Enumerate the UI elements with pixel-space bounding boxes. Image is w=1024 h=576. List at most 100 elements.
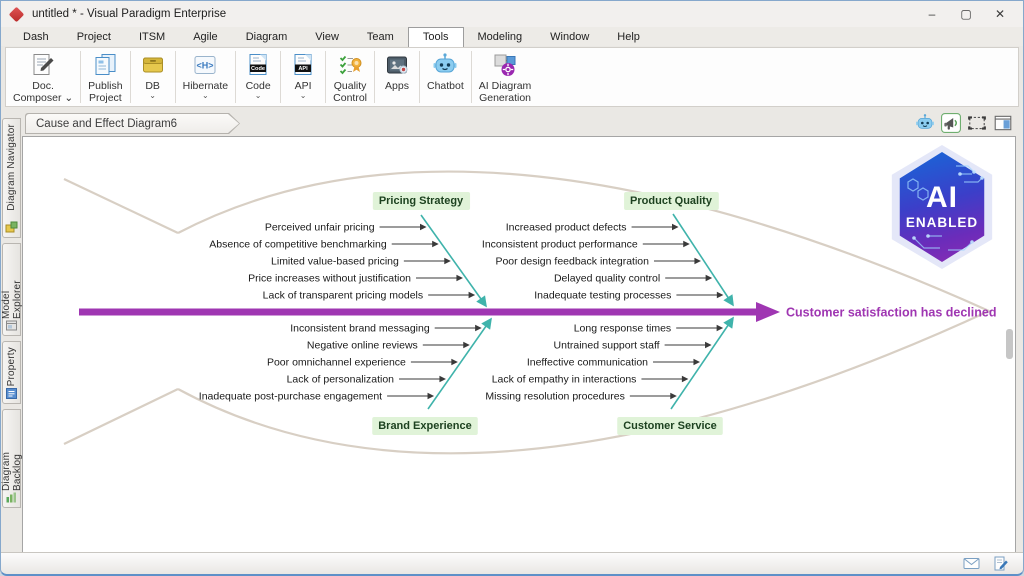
code-icon: Code — [245, 52, 271, 78]
menu-itsm[interactable]: ITSM — [125, 28, 179, 46]
sidebar-tab-label: Diagram Backlog — [1, 415, 23, 491]
category-label-text[interactable]: Brand Experience — [378, 420, 472, 432]
model-explorer-icon — [5, 319, 18, 332]
property-icon — [5, 387, 18, 400]
cause-label[interactable]: Missing resolution procedures — [485, 391, 624, 403]
cause-label[interactable]: Untrained support staff — [554, 340, 660, 352]
panel-layout-icon[interactable] — [993, 113, 1013, 133]
toolbar-button-label: AI Diagram — [479, 80, 532, 92]
cause-label[interactable]: Poor omnichannel experience — [267, 357, 406, 369]
effect-label[interactable]: Customer satisfaction has declined — [786, 306, 996, 320]
menu-agile[interactable]: Agile — [179, 28, 231, 46]
sidebar-tab-model-explorer[interactable]: Model Explorer — [2, 243, 21, 336]
toolbar-button-publish-project[interactable]: PublishProject — [81, 48, 129, 106]
left-sidebar: Diagram Navigator Model Explorer Property D… — [1, 110, 22, 552]
close-button[interactable]: ✕ — [983, 1, 1017, 27]
menu-view[interactable]: View — [301, 28, 353, 46]
sidebar-tab-label: Model Explorer — [1, 249, 23, 319]
cause-label[interactable]: Price increases without justification — [248, 273, 411, 285]
bone-top-right[interactable] — [673, 214, 733, 305]
toolbar-button-label: Control — [333, 92, 367, 104]
category-label-text[interactable]: Product Quality — [630, 195, 713, 207]
category-label-text[interactable]: Customer Service — [623, 420, 717, 432]
api-icon: API — [290, 52, 316, 78]
toolbar-button-api[interactable]: APIAPI⌄ — [281, 48, 325, 106]
dropdown-chevron-icon: ⌄ — [255, 92, 262, 100]
publish-project-icon — [92, 52, 118, 78]
cause-label[interactable]: Negative online reviews — [307, 340, 418, 352]
canvas-vertical-scrollbar[interactable] — [1006, 329, 1013, 359]
toolbar-button-quality-control[interactable]: QualityControl — [326, 48, 374, 106]
toolbar-button-chatbot[interactable]: Chatbot — [420, 48, 471, 106]
svg-text:API: API — [298, 66, 308, 72]
cause-label[interactable]: Long response times — [574, 323, 671, 335]
edit-document-icon[interactable] — [992, 556, 1009, 571]
cause-label[interactable]: Lack of transparent pricing models — [263, 290, 424, 302]
menu-bar: DashProjectITSMAgileDiagramViewTeamTools… — [1, 27, 1023, 46]
visual-paradigm-logo-icon — [9, 6, 25, 22]
cause-label[interactable]: Perceived unfair pricing — [265, 222, 375, 234]
menu-dash[interactable]: Dash — [9, 28, 63, 46]
diagram-navigator-icon — [5, 221, 18, 234]
diagram-canvas[interactable]: Perceived unfair pricing Absence of compe… — [22, 136, 1016, 553]
sidebar-tab-diagram-navigator[interactable]: Diagram Navigator — [2, 118, 21, 238]
menu-modeling[interactable]: Modeling — [464, 28, 537, 46]
menu-tools[interactable]: Tools — [408, 27, 464, 47]
cause-label[interactable]: Absence of competitive benchmarking — [209, 239, 387, 251]
ai-enabled-badge: AI ENABLED — [885, 145, 999, 269]
cause-label[interactable]: Lack of empathy in interactions — [492, 374, 637, 386]
svg-text:Code: Code — [251, 66, 265, 72]
bone-bottom-left[interactable] — [428, 319, 491, 409]
cause-label[interactable]: Limited value-based pricing — [271, 256, 399, 268]
menu-help[interactable]: Help — [603, 28, 654, 46]
spine-arrowhead — [756, 302, 780, 322]
toolbar-button-label: Project — [89, 92, 122, 104]
cause-label[interactable]: Inconsistent product performance — [482, 239, 638, 251]
diagram-backlog-icon — [5, 491, 18, 504]
dropdown-chevron-icon: ⌄ — [300, 92, 307, 100]
sidebar-tab-property[interactable]: Property — [2, 341, 21, 404]
spine[interactable] — [79, 309, 758, 316]
svg-text:<H>: <H> — [197, 61, 214, 71]
menu-project[interactable]: Project — [63, 28, 125, 46]
cause-label[interactable]: Delayed quality control — [554, 273, 660, 285]
chatbot-icon[interactable] — [915, 113, 935, 133]
bone-bottom-right[interactable] — [671, 318, 733, 409]
megaphone-icon[interactable] — [941, 113, 961, 133]
toolbar-button-label: Publish — [88, 80, 122, 92]
menu-diagram[interactable]: Diagram — [232, 28, 302, 46]
quality-control-icon — [337, 52, 363, 78]
cause-label[interactable]: Ineffective communication — [527, 357, 648, 369]
mail-icon[interactable] — [963, 556, 980, 571]
status-bar — [1, 552, 1023, 574]
category-label-text[interactable]: Pricing Strategy — [379, 195, 464, 207]
toolbar-button-doc-composer[interactable]: Doc.Composer ⌄ — [6, 48, 80, 106]
minimize-button[interactable]: – — [915, 1, 949, 27]
tab-label: Cause and Effect Diagram6 — [36, 118, 177, 130]
toolbar-button-db[interactable]: DB⌄ — [131, 48, 175, 106]
tab-cause-and-effect-diagram6[interactable]: Cause and Effect Diagram6 — [25, 113, 240, 134]
fishbone-diagram: Perceived unfair pricing Absence of compe… — [23, 137, 1015, 552]
diagram-tab-bar: Cause and Effect Diagram6 — [22, 110, 1023, 136]
cause-label[interactable]: Poor design feedback integration — [495, 256, 649, 268]
menu-window[interactable]: Window — [536, 28, 603, 46]
cause-label[interactable]: Inconsistent brand messaging — [290, 323, 430, 335]
db-icon — [140, 52, 166, 78]
toolbar-button-label: Chatbot — [427, 80, 464, 92]
maximize-button[interactable]: ▢ — [949, 1, 983, 27]
toolbar-button-code[interactable]: CodeCode⌄ — [236, 48, 280, 106]
toolbar-button-apps[interactable]: Apps — [375, 48, 419, 106]
cause-label[interactable]: Increased product defects — [506, 222, 627, 234]
cause-label[interactable]: Lack of personalization — [287, 374, 395, 386]
toolbar-button-hibernate[interactable]: <H>Hibernate⌄ — [176, 48, 236, 106]
fit-to-window-icon[interactable] — [967, 113, 987, 133]
cause-label[interactable]: Inadequate testing processes — [534, 290, 671, 302]
hibernate-icon: <H> — [192, 52, 218, 78]
toolbar-button-label: Generation — [479, 92, 531, 104]
toolbar-strip: Doc.Composer ⌄PublishProjectDB⌄<H>Hibern… — [1, 46, 1023, 110]
menu-team[interactable]: Team — [353, 28, 408, 46]
sidebar-tab-diagram-backlog[interactable]: Diagram Backlog — [2, 409, 21, 508]
cause-label[interactable]: Inadequate post-purchase engagement — [199, 391, 382, 403]
toolbar-button-label: Doc. — [32, 80, 54, 92]
toolbar-button-aidiagram-generation[interactable]: AI DiagramGeneration — [472, 48, 539, 106]
